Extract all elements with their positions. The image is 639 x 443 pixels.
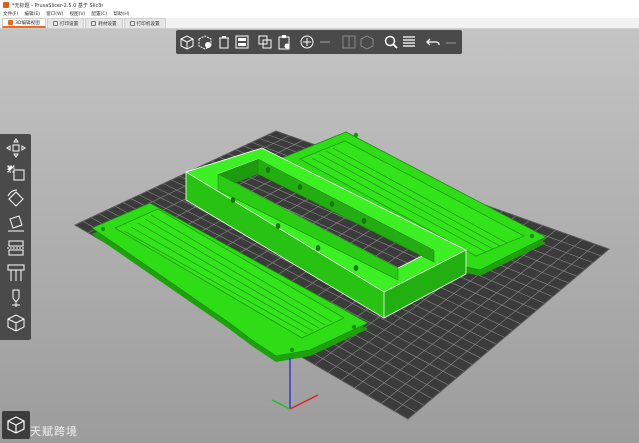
split-objects-icon[interactable] <box>341 33 357 52</box>
rotate-icon[interactable] <box>2 186 29 209</box>
3d-scene[interactable] <box>0 0 639 443</box>
support-paint-icon[interactable] <box>2 261 29 284</box>
delete-icon[interactable] <box>197 33 213 52</box>
place-on-face-icon[interactable] <box>2 211 29 234</box>
cut-icon[interactable] <box>2 236 29 259</box>
search-icon[interactable] <box>383 33 399 52</box>
redo-icon[interactable] <box>443 33 459 52</box>
add-instance-icon[interactable] <box>299 33 315 52</box>
watermark-text: 天赋跨境 <box>30 425 78 438</box>
arrange-icon[interactable] <box>234 33 250 52</box>
collapse-sidebar-icon <box>7 416 25 434</box>
move-icon[interactable] <box>2 136 29 159</box>
add-icon[interactable] <box>179 33 195 52</box>
measure-icon[interactable] <box>2 311 29 334</box>
top-toolbar <box>176 30 462 54</box>
left-gizmo-toolbar <box>0 134 31 340</box>
axes-gizmo <box>271 358 319 410</box>
layers-editing-icon[interactable] <box>401 33 417 52</box>
seam-paint-icon[interactable] <box>2 286 29 309</box>
scale-icon[interactable] <box>2 161 29 184</box>
remove-instance-icon[interactable] <box>317 33 333 52</box>
split-parts-icon[interactable] <box>359 33 375 52</box>
view-cube-button[interactable] <box>2 411 30 439</box>
delete-all-icon[interactable] <box>215 33 231 52</box>
copy-icon[interactable] <box>257 33 273 52</box>
undo-icon[interactable] <box>424 33 440 52</box>
paste-icon[interactable] <box>275 33 291 52</box>
